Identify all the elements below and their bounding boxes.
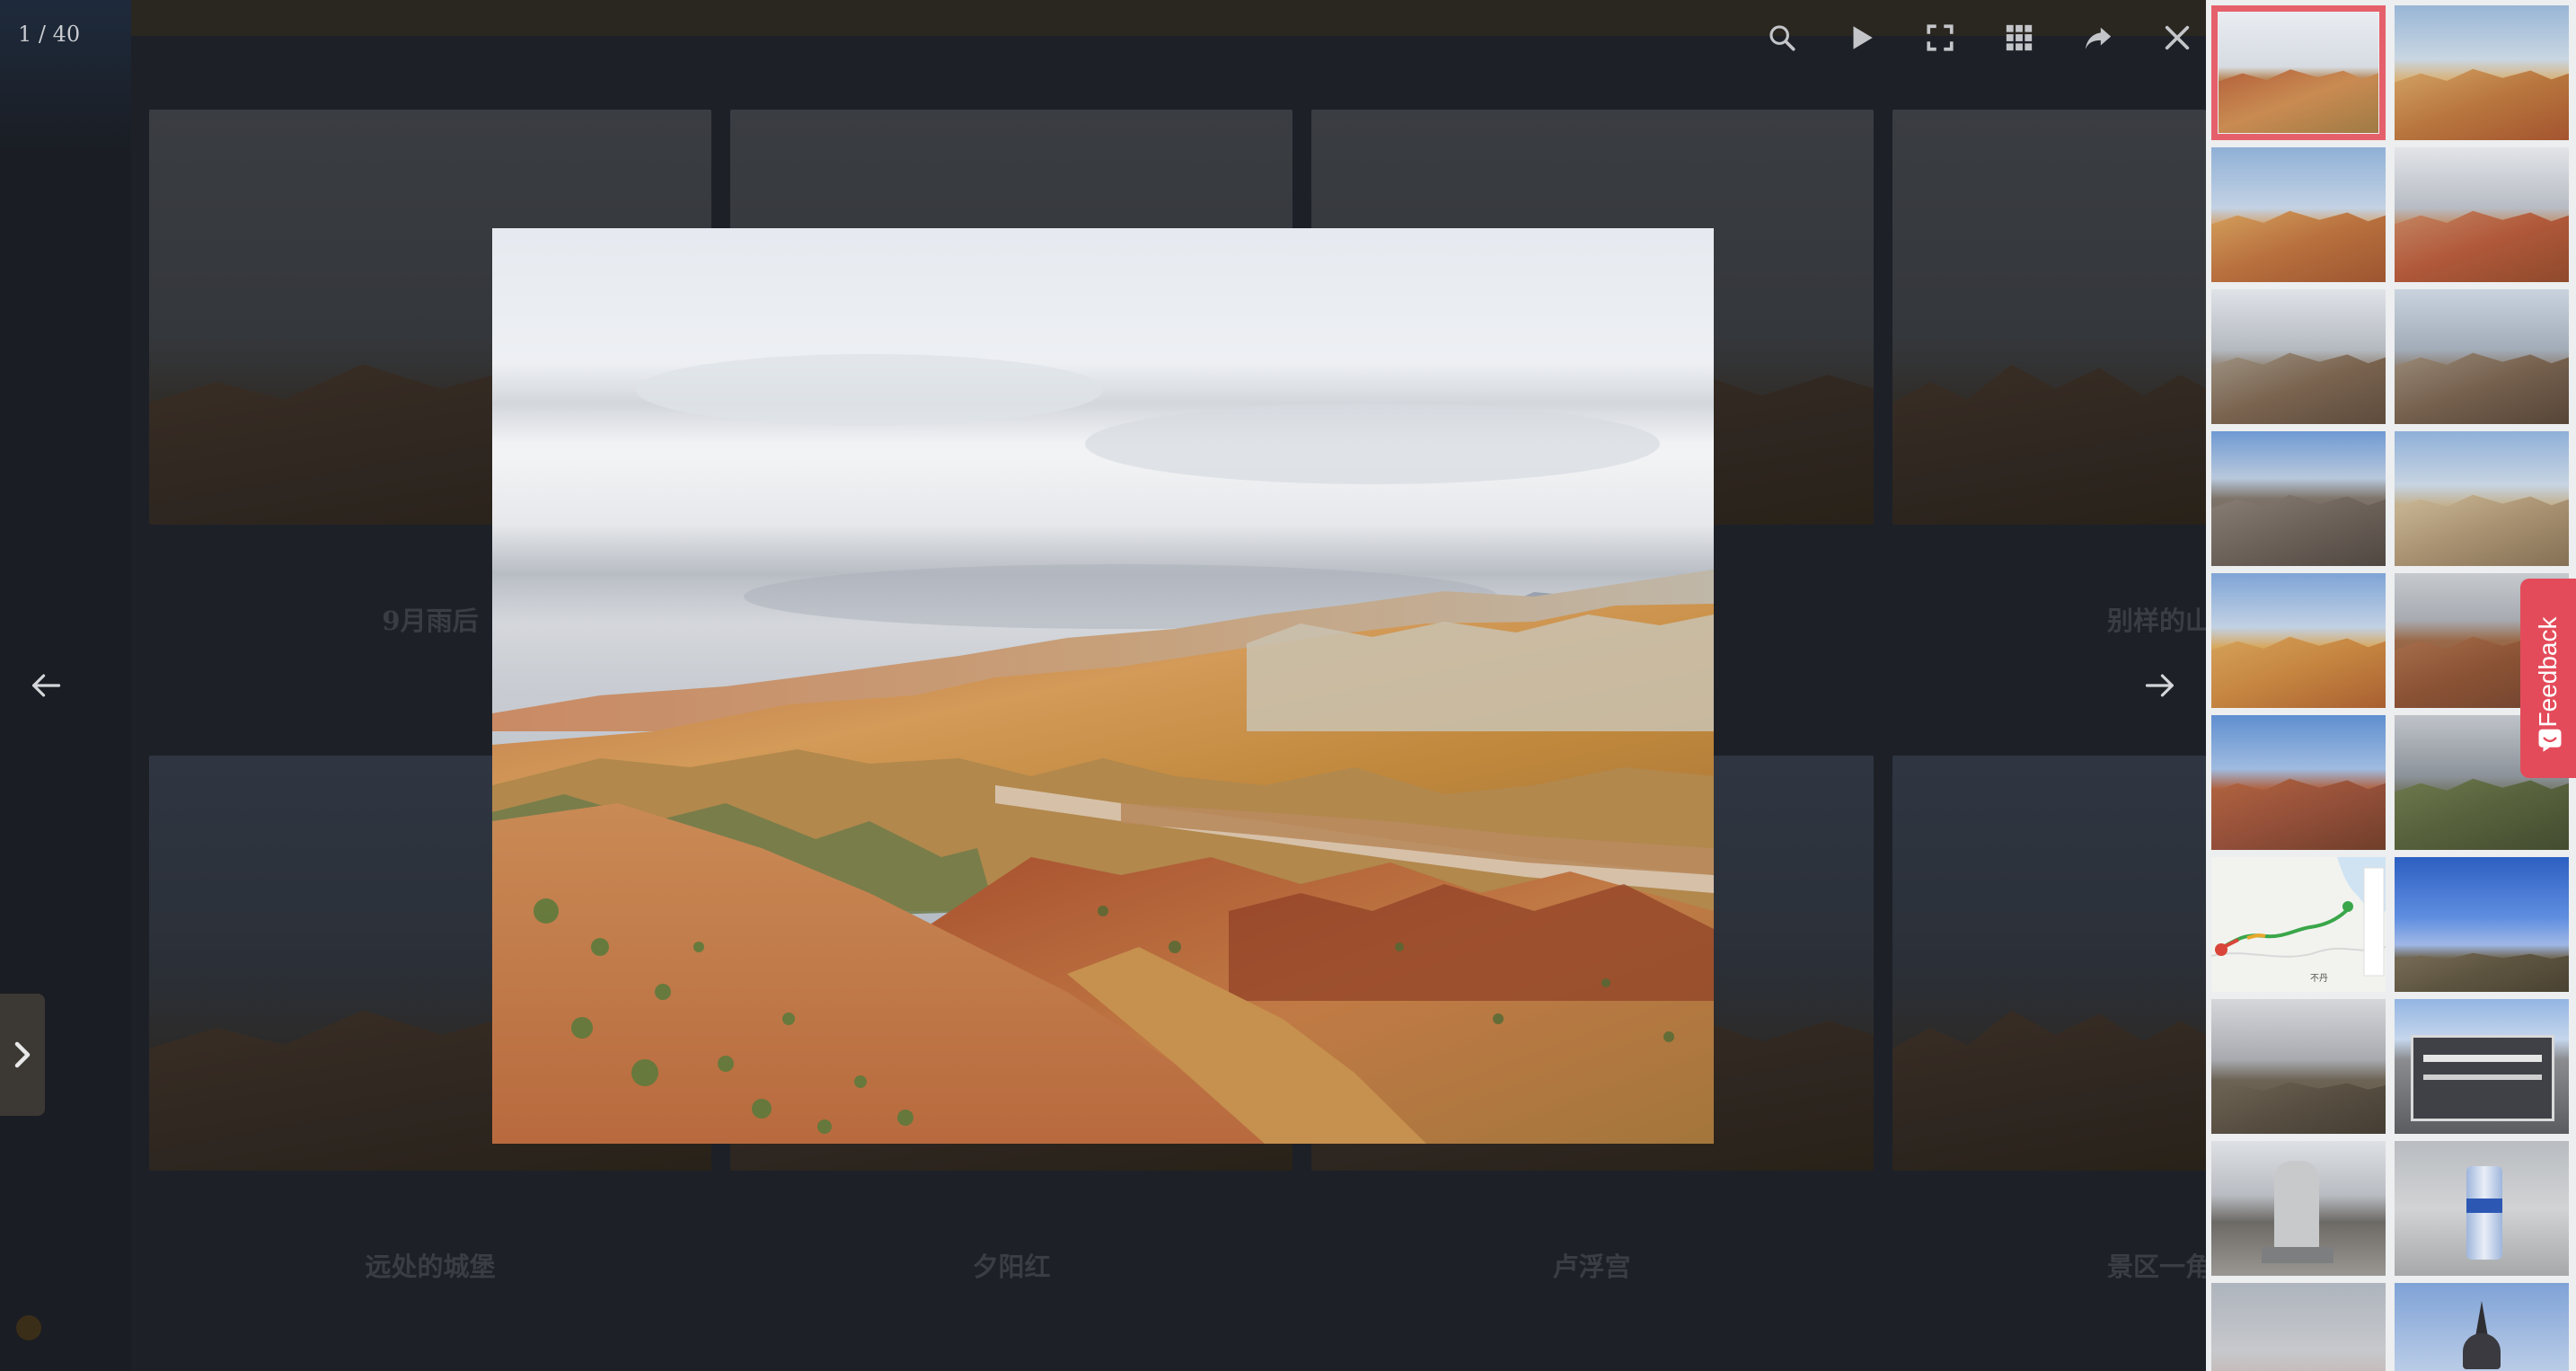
fullscreen-icon	[1927, 24, 1954, 51]
thumbnail[interactable]	[2211, 999, 2386, 1134]
rainbow-mountains-photo	[492, 228, 1714, 1144]
arrow-right-icon	[2145, 674, 2174, 697]
bg-caption: 景区一角	[2107, 1252, 2212, 1282]
thumbnail-map[interactable]: 不丹	[2211, 857, 2386, 992]
thumbnail[interactable]	[2211, 715, 2386, 850]
thumbnail[interactable]	[2211, 1141, 2386, 1276]
feedback-button[interactable]: Feedback	[2520, 579, 2576, 778]
bg-card	[1892, 756, 2206, 1171]
bg-card	[1892, 110, 2206, 525]
grid-button[interactable]	[1980, 16, 2059, 59]
viewer-toolbar	[1742, 16, 2217, 59]
fullscreen-button[interactable]	[1901, 16, 1980, 59]
thumbnail[interactable]	[2211, 289, 2386, 424]
feedback-label: Feedback	[2534, 616, 2562, 728]
share-button[interactable]	[2059, 16, 2138, 59]
thumbnail[interactable]	[2395, 289, 2569, 424]
thumbnail[interactable]	[2395, 1141, 2569, 1276]
route-map: 不丹	[2211, 857, 2386, 992]
image-counter: 1 / 40	[18, 22, 81, 47]
thumbnail[interactable]	[2211, 573, 2386, 708]
grid-icon	[2006, 24, 2033, 51]
map-label: 不丹	[2310, 973, 2328, 984]
sidebar-toggle-button[interactable]	[0, 994, 45, 1116]
bg-caption: 夕阳红	[972, 1252, 1051, 1282]
bg-caption: 别样的山	[2107, 606, 2212, 636]
arrow-left-icon	[32, 674, 61, 697]
play-icon	[1853, 26, 1873, 49]
thumbnail-active[interactable]	[2211, 5, 2386, 140]
bg-caption: 远处的城堡	[365, 1252, 496, 1282]
play-button[interactable]	[1822, 16, 1901, 59]
thumbnail[interactable]	[2395, 1283, 2569, 1371]
previous-button[interactable]	[14, 661, 77, 710]
smile-icon	[2538, 729, 2562, 752]
main-photo	[492, 228, 1714, 1144]
search-button[interactable]	[1742, 16, 1822, 59]
thumbnail[interactable]	[2211, 147, 2386, 282]
share-icon	[2085, 27, 2112, 49]
next-button[interactable]	[2129, 661, 2192, 710]
thumbnail[interactable]	[2395, 999, 2569, 1134]
close-button[interactable]	[2138, 16, 2217, 59]
photo-viewer: 9月雨后 别样的山 远处的城堡 夕阳红 卢浮宫 景区一角 1 / 40 不丹 F…	[0, 0, 2576, 1371]
bg-caption: 卢浮宫	[1552, 1252, 1631, 1282]
thumbnail[interactable]	[2211, 1283, 2386, 1371]
close-icon	[2165, 25, 2190, 50]
thumbnail[interactable]	[2211, 431, 2386, 566]
thumbnail[interactable]	[2395, 147, 2569, 282]
thumbnail[interactable]	[2395, 431, 2569, 566]
chevron-right-icon	[14, 1041, 31, 1068]
thumbnail[interactable]	[2395, 5, 2569, 140]
search-icon	[1769, 25, 1795, 51]
background-avatar	[16, 1315, 41, 1340]
thumbnail[interactable]	[2395, 857, 2569, 992]
